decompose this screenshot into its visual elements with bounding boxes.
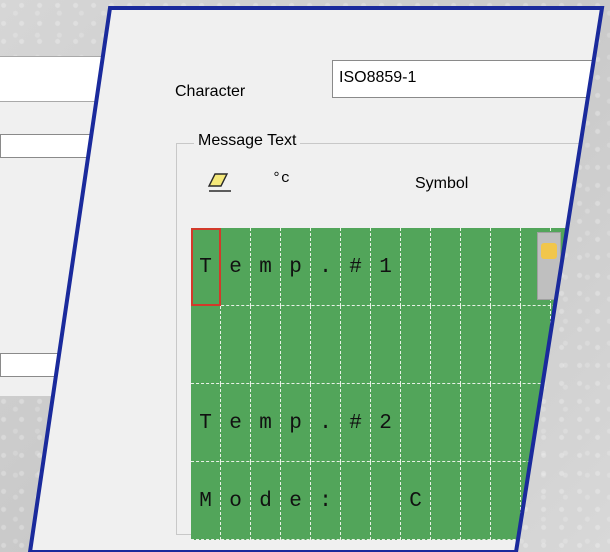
message-text-label: Message Text	[194, 132, 301, 150]
lcd-cell[interactable]	[491, 462, 521, 540]
left-text-field[interactable]	[0, 56, 108, 102]
lcd-cell[interactable]	[311, 306, 341, 384]
lcd-cell[interactable]: d	[251, 462, 281, 540]
lcd-cell[interactable]	[281, 306, 311, 384]
lcd-cell[interactable]: 2	[371, 384, 401, 462]
lcd-cell[interactable]: #	[341, 384, 371, 462]
lcd-cell[interactable]: 1	[371, 228, 401, 306]
eraser-icon[interactable]	[207, 172, 233, 194]
lcd-cell[interactable]: m	[251, 228, 281, 306]
lcd-cell[interactable]	[251, 306, 281, 384]
lcd-cell[interactable]: T	[191, 228, 221, 306]
lcd-cell[interactable]	[491, 384, 521, 462]
lcd-cell[interactable]	[341, 462, 371, 540]
lcd-cell[interactable]	[191, 306, 221, 384]
lcd-cell[interactable]: .	[311, 228, 341, 306]
lcd-cell[interactable]	[371, 306, 401, 384]
lcd-cell[interactable]	[431, 306, 461, 384]
lcd-cell[interactable]	[461, 462, 491, 540]
lcd-cell[interactable]: C	[401, 462, 431, 540]
lcd-cell[interactable]: :	[311, 462, 341, 540]
lcd-cell[interactable]	[401, 306, 431, 384]
lcd-cell[interactable]: p	[281, 384, 311, 462]
lcd-cell[interactable]: #	[341, 228, 371, 306]
lcd-cell[interactable]	[491, 228, 521, 306]
lcd-cell[interactable]: e	[221, 384, 251, 462]
lcd-cell[interactable]	[461, 306, 491, 384]
symbol-button[interactable]: Symbol	[415, 175, 468, 193]
lcd-cell[interactable]	[491, 306, 521, 384]
lcd-cell[interactable]: m	[251, 384, 281, 462]
lcd-cell[interactable]: o	[221, 462, 251, 540]
lcd-cell[interactable]: e	[281, 462, 311, 540]
warning-icon[interactable]	[537, 232, 561, 300]
lcd-cell[interactable]: p	[281, 228, 311, 306]
lcd-cell[interactable]	[431, 384, 461, 462]
lcd-cell[interactable]	[461, 228, 491, 306]
lcd-cell[interactable]	[431, 462, 461, 540]
lcd-cell[interactable]	[371, 462, 401, 540]
character-label: Character	[175, 83, 246, 100]
lcd-cell[interactable]	[461, 384, 491, 462]
lcd-cell[interactable]	[341, 306, 371, 384]
lcd-cell[interactable]	[401, 228, 431, 306]
lcd-cell[interactable]	[221, 306, 251, 384]
lcd-cell[interactable]	[401, 384, 431, 462]
lcd-cell[interactable]: T	[191, 384, 221, 462]
degree-celsius-button[interactable]: °c	[272, 170, 290, 187]
lcd-cell[interactable]: e	[221, 228, 251, 306]
lcd-cell[interactable]: M	[191, 462, 221, 540]
character-field[interactable]: ISO8859-1	[332, 60, 602, 98]
lcd-cell[interactable]	[431, 228, 461, 306]
lcd-cell[interactable]: .	[311, 384, 341, 462]
